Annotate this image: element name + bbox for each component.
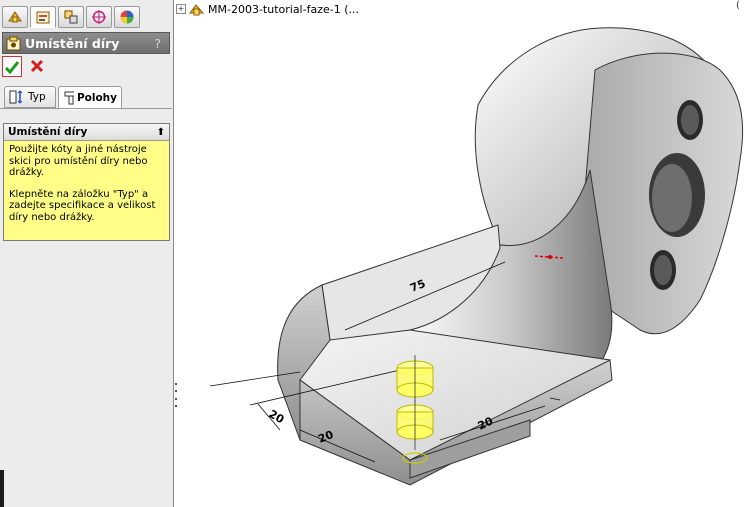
checkmark-icon bbox=[4, 60, 20, 74]
part-icon bbox=[189, 4, 205, 16]
tab-typ[interactable]: Typ bbox=[4, 86, 56, 108]
property-manager-tab[interactable] bbox=[30, 6, 56, 28]
feature-manager-tab[interactable] bbox=[2, 6, 28, 28]
close-icon bbox=[30, 59, 44, 73]
help-icon[interactable]: ? bbox=[154, 36, 161, 51]
dimxpert-icon bbox=[92, 10, 106, 24]
property-manager-panel: Umístění díry ? Typ Polohy Umístění díry… bbox=[0, 0, 174, 507]
hole-subtabs: Typ Polohy bbox=[2, 86, 172, 110]
graphics-area[interactable]: 75 20 20 20 bbox=[176, 18, 750, 507]
collapse-icon[interactable]: ⬆ bbox=[157, 127, 165, 138]
hole-wizard-icon bbox=[6, 36, 21, 50]
feature-tree-flyout[interactable]: + MM-2003-tutorial-faze-1 (... bbox=[176, 1, 359, 17]
expand-icon[interactable]: + bbox=[176, 4, 186, 14]
manager-tab-bar bbox=[2, 6, 172, 30]
dimxpert-tab[interactable] bbox=[86, 6, 112, 28]
message-paragraph-1: Použijte kóty a jiné nástroje skici pro … bbox=[9, 144, 148, 178]
configuration-icon bbox=[64, 10, 78, 24]
cancel-button[interactable] bbox=[28, 57, 46, 75]
group-header[interactable]: Umístění díry ⬆ bbox=[4, 124, 169, 141]
message-paragraph-2: Klepněte na záložku "Typ" a zadejte spec… bbox=[9, 188, 156, 223]
subtab-divider bbox=[0, 108, 172, 109]
tab-polohy[interactable]: Polohy bbox=[58, 86, 122, 110]
property-manager-title-bar: Umístění díry ? bbox=[2, 32, 170, 54]
group-title: Umístění díry bbox=[8, 126, 88, 138]
group-message: Použijte kóty a jiné nástroje skici pro … bbox=[4, 141, 169, 236]
tab-typ-label: Typ bbox=[28, 91, 46, 103]
hole-position-group: Umístění díry ⬆ Použijte kóty a jiné nás… bbox=[3, 123, 170, 241]
hole-type-icon bbox=[9, 90, 23, 104]
page-title: Umístění díry bbox=[25, 35, 120, 51]
hole-position-icon bbox=[64, 91, 74, 105]
tab-polohy-label: Polohy bbox=[76, 92, 117, 104]
property-manager-icon bbox=[36, 11, 50, 24]
tree-item-label: MM-2003-tutorial-faze-1 (... bbox=[208, 2, 359, 16]
panel-edge-strip bbox=[0, 470, 4, 507]
display-manager-tab[interactable] bbox=[114, 6, 140, 28]
feature-tree-icon bbox=[8, 11, 22, 23]
display-manager-icon bbox=[120, 10, 134, 24]
configuration-manager-tab[interactable] bbox=[58, 6, 84, 28]
dimension-20-a[interactable]: 20 bbox=[267, 407, 287, 426]
corner-glyph: ( bbox=[736, 0, 740, 11]
ok-button[interactable] bbox=[2, 56, 22, 77]
